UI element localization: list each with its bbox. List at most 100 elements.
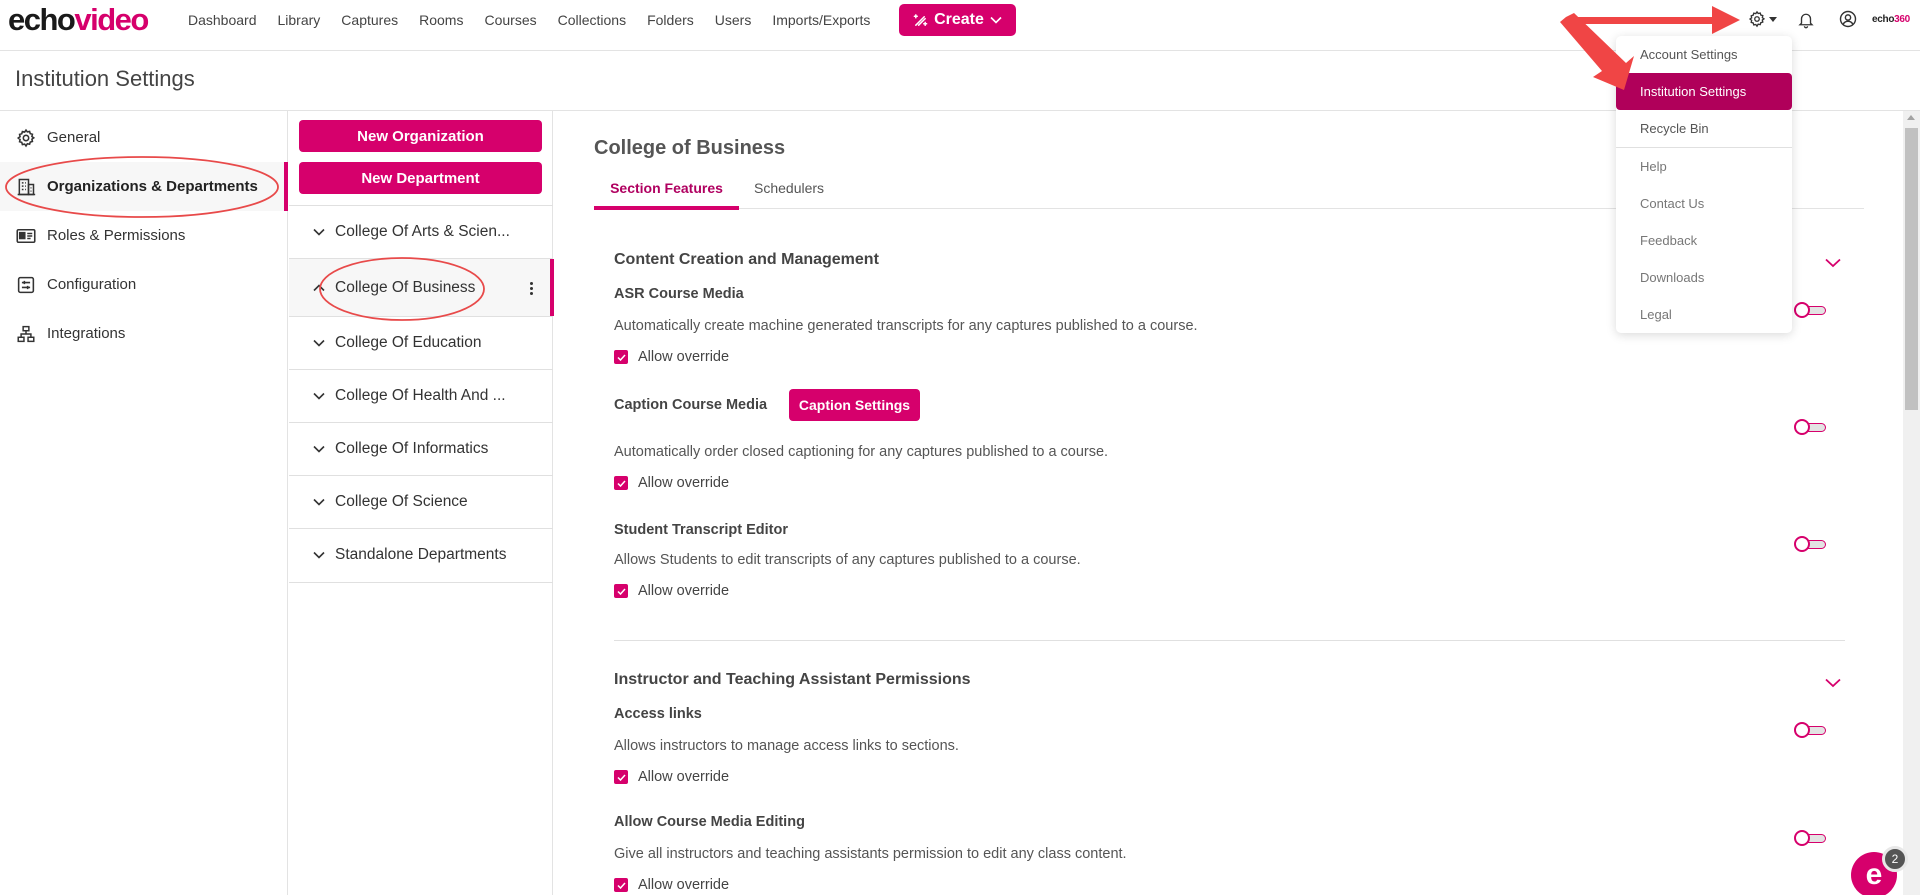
org-item-standalone-departments[interactable]: Standalone Departments [289, 528, 553, 581]
org-item-health[interactable]: College Of Health And ... [289, 369, 553, 422]
feature-title: Allow Course Media Editing [614, 814, 805, 830]
org-item-label: College Of Science [335, 493, 468, 510]
id-card-icon [15, 225, 37, 247]
feature-title: Student Transcript Editor [614, 522, 789, 538]
notifications-button[interactable] [1797, 10, 1815, 29]
org-item-education[interactable]: College Of Education [289, 316, 553, 369]
echo360-brand: echo360 [1872, 14, 1910, 25]
sidebar-item-label: Roles & Permissions [47, 227, 186, 244]
menu-item-recycle-bin[interactable]: Recycle Bin [1616, 110, 1792, 147]
sidebar-item-label: Integrations [47, 325, 126, 342]
vertical-scrollbar[interactable] [1903, 111, 1920, 895]
chevron-down-icon [313, 445, 327, 453]
feature-title: Access links [614, 706, 702, 722]
echovideo-logo[interactable]: echovideo [8, 2, 149, 38]
settings-sidebar: General Organizations & Departments Role… [0, 111, 288, 895]
user-profile-button[interactable] [1839, 10, 1857, 28]
bell-icon [1797, 10, 1815, 29]
chevron-down-icon [990, 16, 1002, 24]
feature-toggle[interactable] [1794, 419, 1828, 436]
chevron-down-icon[interactable] [1825, 255, 1841, 273]
feature-toggle[interactable] [1794, 302, 1828, 319]
settings-menu-toggle[interactable] [1748, 10, 1777, 28]
tab-section-features[interactable]: Section Features [594, 173, 739, 210]
nav-users[interactable]: Users [715, 12, 752, 28]
allow-override-checkbox[interactable]: Allow override [614, 475, 729, 491]
divider [289, 582, 553, 583]
scroll-up-arrow-icon[interactable] [1907, 115, 1915, 120]
settings-dropdown-menu: Account Settings Institution Settings Re… [1616, 36, 1792, 333]
checkmark-icon [614, 770, 628, 784]
allow-override-label: Allow override [638, 769, 730, 785]
org-item-business[interactable]: College Of Business [289, 258, 554, 316]
chevron-down-icon [313, 392, 327, 400]
chevron-down-icon [313, 228, 327, 236]
chat-notification-badge: 2 [1882, 846, 1908, 872]
tab-schedulers[interactable]: Schedulers [754, 173, 824, 209]
sidebar-item-integrations[interactable]: Integrations [0, 309, 287, 358]
org-item-informatics[interactable]: College Of Informatics [289, 422, 553, 475]
caret-down-icon [1769, 16, 1777, 22]
scrollbar-thumb[interactable] [1905, 128, 1918, 410]
organization-title: College of Business [594, 137, 786, 159]
network-icon [15, 323, 37, 345]
feature-title: ASR Course Media [614, 286, 744, 302]
nav-rooms[interactable]: Rooms [419, 12, 463, 28]
nav-captures[interactable]: Captures [341, 12, 398, 28]
user-circle-icon [1839, 10, 1857, 28]
allow-override-checkbox[interactable]: Allow override [614, 877, 729, 893]
sidebar-item-configuration[interactable]: Configuration [0, 260, 287, 309]
sidebar-item-label: General [47, 129, 101, 146]
allow-override-label: Allow override [638, 349, 730, 365]
logo-text-video: video [74, 2, 149, 37]
feature-description: Allows Students to edit transcripts of a… [614, 552, 1081, 568]
menu-item-legal[interactable]: Legal [1616, 296, 1792, 333]
more-options-icon[interactable] [530, 282, 533, 295]
new-department-button[interactable]: New Department [299, 162, 542, 194]
feature-toggle[interactable] [1794, 722, 1828, 739]
allow-override-checkbox[interactable]: Allow override [614, 583, 729, 599]
sidebar-item-organizations-departments[interactable]: Organizations & Departments [0, 162, 288, 211]
echo-e-icon: e [1865, 858, 1883, 891]
nav-collections[interactable]: Collections [558, 12, 626, 28]
new-organization-button[interactable]: New Organization [299, 120, 542, 152]
organization-tree: New Organization New Department College … [289, 111, 554, 895]
feature-description: Automatically create machine generated t… [614, 318, 1198, 334]
nav-dashboard[interactable]: Dashboard [188, 12, 257, 28]
magic-wand-icon [913, 13, 928, 28]
allow-override-label: Allow override [638, 877, 730, 893]
org-item-arts-sciences[interactable]: College Of Arts & Scien... [289, 205, 553, 258]
checkmark-icon [614, 350, 628, 364]
feature-toggle[interactable] [1794, 536, 1828, 553]
menu-item-institution-settings[interactable]: Institution Settings [1616, 73, 1792, 110]
menu-item-help[interactable]: Help [1616, 148, 1792, 185]
nav-folders[interactable]: Folders [647, 12, 694, 28]
menu-item-downloads[interactable]: Downloads [1616, 259, 1792, 296]
org-item-label: College Of Arts & Scien... [335, 223, 510, 240]
caption-settings-button[interactable]: Caption Settings [789, 389, 920, 421]
org-item-label: College Of Education [335, 334, 482, 351]
nav-library[interactable]: Library [278, 12, 321, 28]
brand-360: 360 [1894, 14, 1910, 25]
checkmark-icon [614, 584, 628, 598]
feature-description: Give all instructors and teaching assist… [614, 846, 1127, 862]
allow-override-checkbox[interactable]: Allow override [614, 769, 729, 785]
allow-override-checkbox[interactable]: Allow override [614, 349, 729, 365]
org-item-science[interactable]: College Of Science [289, 475, 553, 528]
nav-imports-exports[interactable]: Imports/Exports [772, 12, 870, 28]
configuration-icon [15, 274, 37, 296]
menu-item-contact-us[interactable]: Contact Us [1616, 185, 1792, 222]
nav-courses[interactable]: Courses [484, 12, 536, 28]
chevron-down-icon [313, 339, 327, 347]
sidebar-item-roles-permissions[interactable]: Roles & Permissions [0, 211, 287, 260]
section-divider [614, 640, 1845, 641]
gear-icon [1748, 10, 1766, 28]
sidebar-item-general[interactable]: General [0, 113, 287, 162]
chevron-down-icon[interactable] [1825, 675, 1841, 693]
menu-item-account-settings[interactable]: Account Settings [1616, 36, 1792, 73]
logo-text-echo: echo [8, 2, 76, 37]
brand-echo: echo [1872, 14, 1895, 25]
feature-toggle[interactable] [1794, 830, 1828, 847]
menu-item-feedback[interactable]: Feedback [1616, 222, 1792, 259]
create-button[interactable]: Create [899, 4, 1016, 36]
